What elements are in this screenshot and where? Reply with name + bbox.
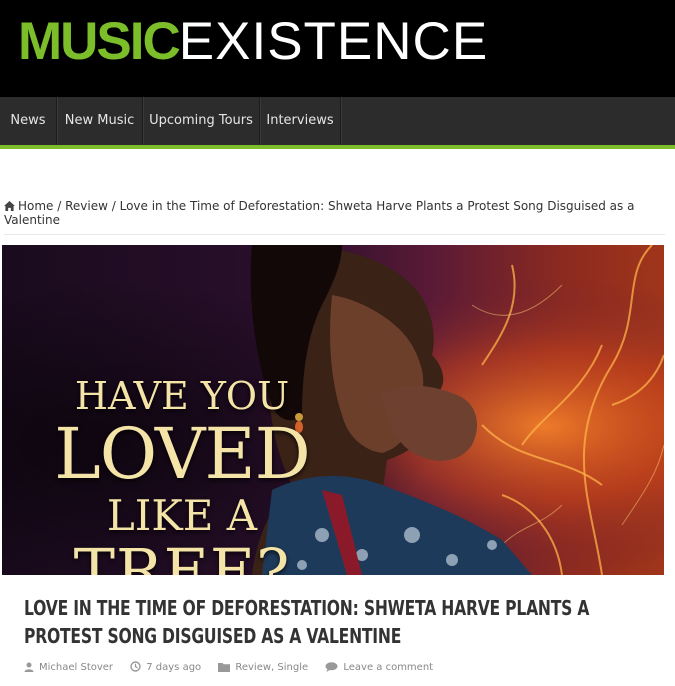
meta-date: 7 days ago	[130, 661, 201, 673]
breadcrumb-review-link[interactable]: Review	[65, 199, 108, 213]
logo-music: MUSIC	[18, 12, 181, 71]
article-header: LOVE IN THE TIME OF DEFORESTATION: SHWET…	[4, 576, 664, 686]
site-header: MUSICEXISTENCE	[0, 0, 675, 97]
category-link-review[interactable]: Review	[235, 662, 271, 673]
nav-divider	[340, 97, 341, 145]
featured-image[interactable]: HAVE YOU LOVED LIKE A TREE?	[2, 245, 664, 575]
main-nav: News New Music Upcoming Tours Interviews	[0, 97, 675, 149]
meta-categories: Review, Single	[218, 662, 308, 673]
author-link[interactable]: Michael Stover	[39, 662, 113, 673]
hero-text-line-3: LIKE A	[106, 491, 258, 540]
leave-comment-link[interactable]: Leave a comment	[343, 662, 433, 673]
breadcrumb-separator: /	[53, 199, 66, 213]
comment-icon	[325, 661, 338, 672]
user-icon	[24, 662, 34, 672]
nav-item-upcoming-tours[interactable]: Upcoming Tours	[143, 97, 259, 145]
hero-text-line-4: TREE?	[73, 535, 291, 576]
category-link-single[interactable]: Single	[277, 662, 308, 673]
breadcrumb: Home / Review / Love in the Time of Defo…	[4, 199, 659, 227]
meta-author: Michael Stover	[24, 662, 113, 673]
meta-comments: Leave a comment	[325, 662, 433, 673]
hero-text-line-2: LOVED	[54, 413, 310, 495]
nav-item-news[interactable]: News	[0, 97, 56, 145]
nav-item-interviews[interactable]: Interviews	[260, 97, 340, 145]
logo-existence: EXISTENCE	[178, 12, 489, 71]
site-logo[interactable]: MUSICEXISTENCE	[18, 12, 488, 72]
home-icon	[4, 201, 15, 211]
article-title: LOVE IN THE TIME OF DEFORESTATION: SHWET…	[24, 596, 590, 648]
nav-item-new-music[interactable]: New Music	[57, 97, 142, 145]
post-date: 7 days ago	[146, 662, 202, 673]
breadcrumb-divider	[4, 234, 665, 235]
breadcrumb-home-link[interactable]: Home	[18, 199, 53, 213]
post-meta: Michael Stover 7 days ago Review, Single…	[24, 661, 447, 673]
folder-icon	[218, 662, 231, 672]
clock-icon	[130, 661, 141, 672]
hero-text-line-1: HAVE YOU	[74, 374, 290, 418]
breadcrumb-separator: /	[107, 199, 120, 213]
